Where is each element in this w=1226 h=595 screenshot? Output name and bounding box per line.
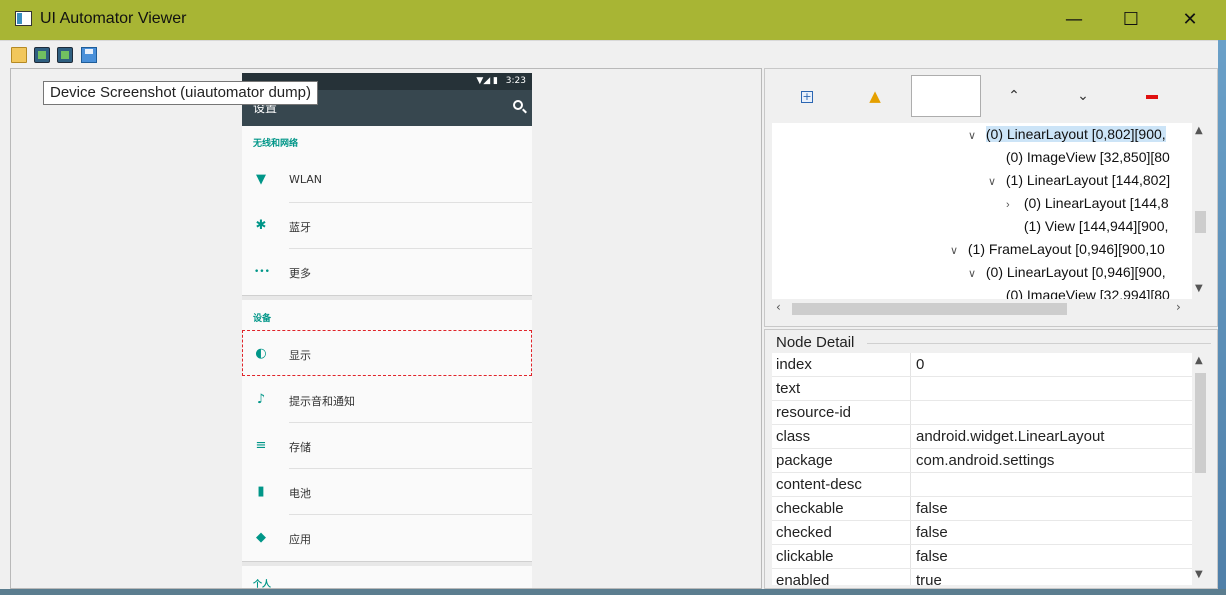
table-row[interactable]: class android.widget.LinearLayout	[772, 425, 1192, 449]
list-item[interactable]: ◆ 应用	[242, 515, 532, 561]
app-icon	[15, 11, 32, 26]
item-label: 存储	[289, 441, 311, 454]
node-detail-title: Node Detail	[776, 334, 855, 351]
save-icon[interactable]	[81, 47, 97, 63]
maximize-button[interactable]: ☐	[1104, 0, 1158, 40]
android-icon: ◆	[256, 530, 266, 545]
remove-icon[interactable]	[1140, 84, 1164, 108]
battery-icon: ▮	[257, 484, 265, 499]
hierarchy-tree[interactable]: ∨ (0) LinearLayout [0,802][900, (0) Imag…	[772, 123, 1192, 299]
search-icon[interactable]	[513, 100, 523, 110]
warning-icon[interactable]: ▲	[863, 84, 887, 108]
section-header: 无线和网络	[253, 139, 299, 149]
filter-input[interactable]	[911, 75, 981, 117]
chevron-down-icon[interactable]: ∨	[968, 263, 982, 285]
chevron-down-icon[interactable]: ∨	[950, 240, 964, 262]
chevron-up-icon[interactable]: ⌃	[1002, 84, 1026, 108]
tooltip: Device Screenshot (uiautomator dump)	[43, 81, 318, 105]
scroll-thumb[interactable]	[792, 303, 1067, 315]
tree-node[interactable]: (0) ImageView [32,850][80	[988, 146, 1170, 168]
device-screenshot-compressed-icon[interactable]	[57, 47, 73, 63]
node-detail-table[interactable]: index 0 text resource-id class android.w…	[772, 353, 1192, 585]
table-row[interactable]: resource-id	[772, 401, 1192, 425]
expand-all-icon[interactable]: +	[801, 91, 813, 103]
item-label: 蓝牙	[289, 221, 311, 234]
item-label: 更多	[289, 267, 311, 280]
screenshot-pane[interactable]: ▼◢ ▮ 3:23 设置 无线和网络 ▼ WLAN ✱ 蓝牙 ••• 更多 设备…	[10, 68, 762, 589]
tree-node[interactable]: › (0) LinearLayout [144,8	[1006, 192, 1169, 214]
chevron-right-icon[interactable]: ›	[1006, 194, 1020, 216]
tree-horizontal-scrollbar[interactable]: ‹ ›	[772, 299, 1192, 319]
table-row[interactable]: content-desc	[772, 473, 1192, 497]
more-icon: •••	[254, 267, 270, 277]
detail-vertical-scrollbar[interactable]: ▲ ▼	[1192, 353, 1209, 585]
list-item[interactable]: ✱ 蓝牙	[242, 203, 532, 249]
wifi-icon: ▼	[256, 172, 266, 187]
desktop-background	[1218, 40, 1226, 595]
chevron-down-icon[interactable]: ⌄	[1071, 84, 1095, 108]
title-bar: UI Automator Viewer — ☐ ✕	[0, 0, 1226, 40]
tree-vertical-scrollbar[interactable]: ▲ ▼	[1192, 123, 1209, 299]
section-header: 设备	[253, 314, 272, 324]
desktop-background	[0, 589, 1226, 595]
bluetooth-icon: ✱	[255, 218, 267, 233]
table-row[interactable]: checked false	[772, 521, 1192, 545]
selection-highlight	[242, 330, 532, 376]
status-time: 3:23	[505, 76, 526, 86]
table-row[interactable]: clickable false	[772, 545, 1192, 569]
chevron-down-icon[interactable]: ∨	[968, 125, 982, 147]
folder-open-icon[interactable]	[11, 47, 27, 63]
list-item[interactable]: ▼ WLAN	[242, 157, 532, 203]
item-label: WLAN	[289, 173, 323, 186]
table-row[interactable]: enabled true	[772, 569, 1192, 585]
tree-node[interactable]: (0) ImageView [32,994][80	[988, 284, 1170, 299]
table-row[interactable]: package com.android.settings	[772, 449, 1192, 473]
tree-node[interactable]: ∨ (1) FrameLayout [0,946][900,10	[950, 238, 1165, 260]
minimize-button[interactable]: —	[1047, 0, 1101, 40]
chevron-down-icon[interactable]: ∨	[988, 171, 1002, 193]
list-item[interactable]: ♪ 提示音和通知	[242, 377, 532, 423]
list-item[interactable]: ≡ 存储	[242, 423, 532, 469]
toolbar	[0, 40, 1226, 68]
tree-node[interactable]: ∨ (1) LinearLayout [144,802]	[988, 169, 1170, 191]
item-label: 电池	[289, 487, 311, 500]
item-label: 提示音和通知	[289, 395, 355, 408]
device-screenshot-icon[interactable]	[34, 47, 50, 63]
table-row[interactable]: checkable false	[772, 497, 1192, 521]
window-title: UI Automator Viewer	[40, 10, 187, 27]
list-item[interactable]: ••• 更多	[242, 249, 532, 295]
bell-icon: ♪	[256, 392, 266, 407]
node-detail-panel: Node Detail index 0 text resource-id cla…	[764, 329, 1218, 589]
signal-icon: ▼◢ ▮	[476, 76, 498, 86]
storage-icon: ≡	[255, 438, 267, 453]
scroll-thumb[interactable]	[1195, 373, 1206, 473]
tree-node[interactable]: ∨ (0) LinearLayout [0,946][900,	[968, 261, 1166, 283]
list-item[interactable]: ▮ 电池	[242, 469, 532, 515]
hierarchy-panel: + ▲ ⌃ ⌄ ∨ (0) LinearLayout [0,802][900, …	[764, 68, 1218, 327]
table-row[interactable]: text	[772, 377, 1192, 401]
tree-node[interactable]: (1) View [144,944][900,	[1006, 215, 1169, 237]
close-button[interactable]: ✕	[1163, 0, 1217, 40]
item-label: 应用	[289, 533, 311, 546]
section-header: 个人	[253, 580, 272, 589]
table-row[interactable]: index 0	[772, 353, 1192, 377]
scroll-thumb[interactable]	[1195, 211, 1206, 233]
tree-node[interactable]: ∨ (0) LinearLayout [0,802][900,	[968, 123, 1166, 145]
